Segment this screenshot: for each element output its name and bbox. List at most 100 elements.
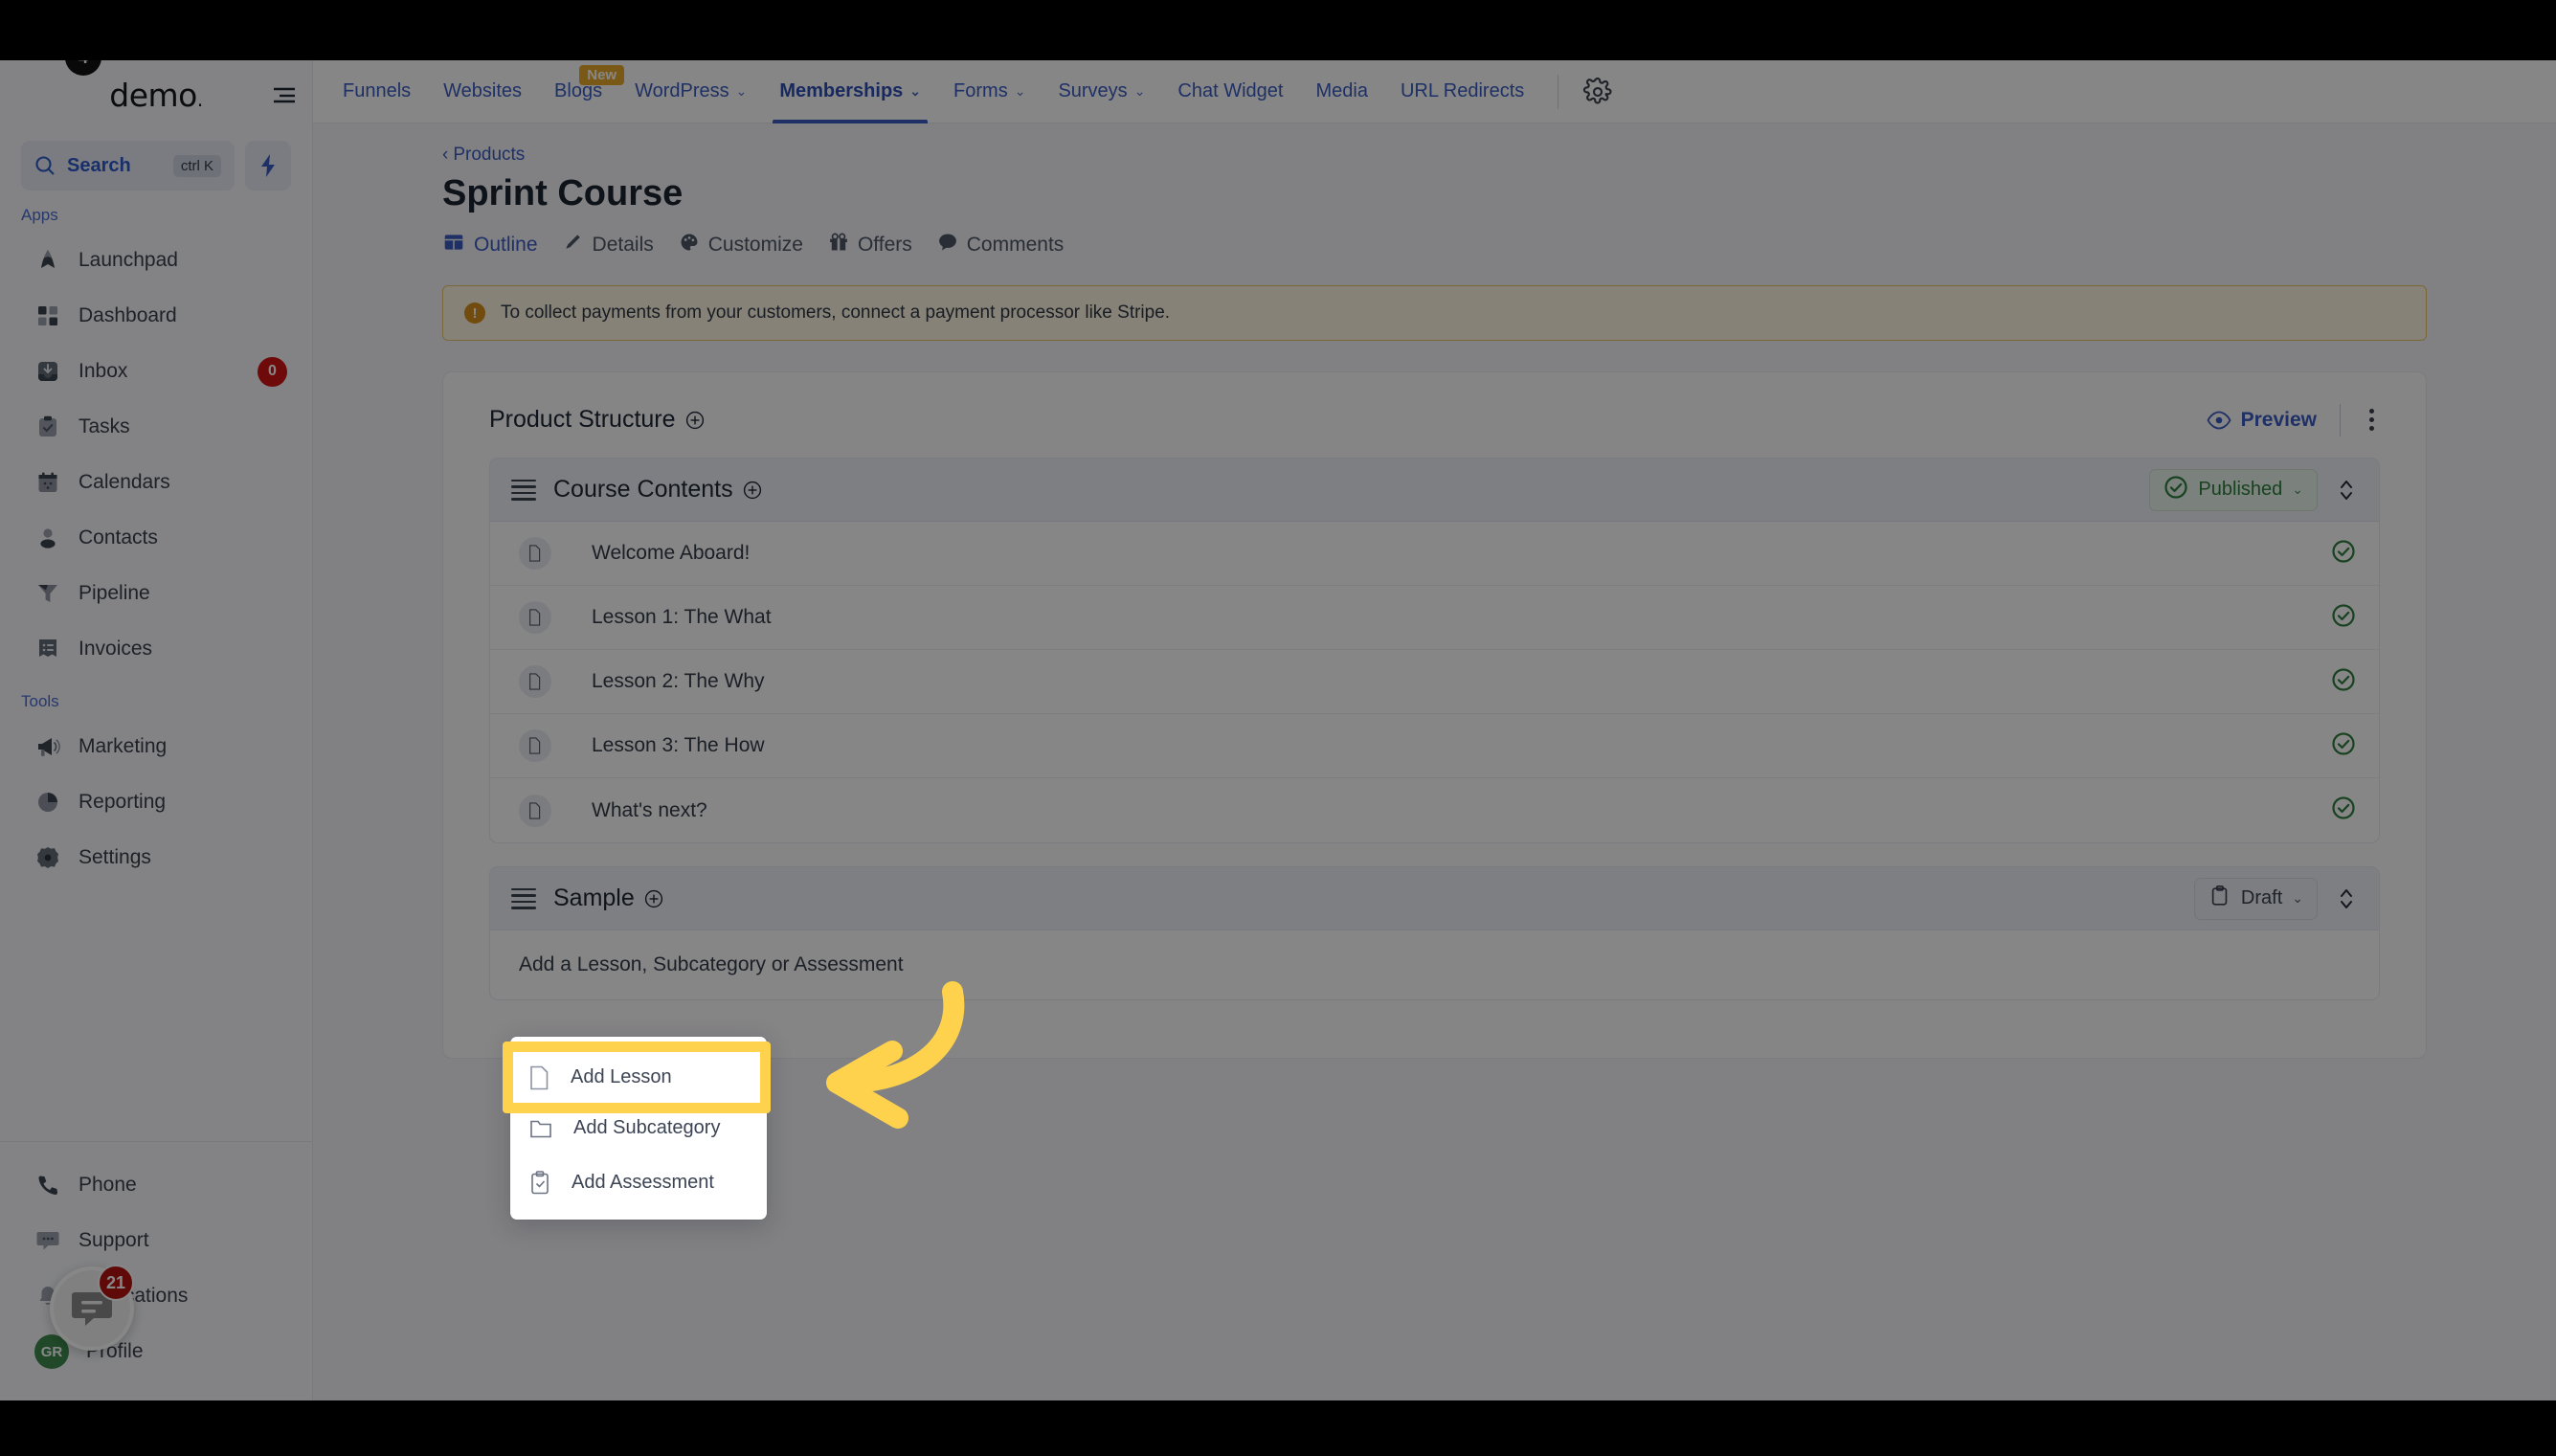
- sidebar-section-label-tools: Tools: [21, 692, 59, 710]
- tab-label: Customize: [707, 234, 803, 256]
- topnav-item-websites[interactable]: Websites: [427, 60, 538, 123]
- pencil-icon: [565, 235, 580, 249]
- sidebar-item-marketing[interactable]: Marketing: [0, 719, 312, 774]
- product-structure-actions: Preview: [2207, 403, 2380, 437]
- gift-icon: [830, 233, 847, 251]
- chevron-left-icon: ‹: [442, 145, 449, 165]
- topnav-item-surveys[interactable]: Surveys ⌄: [1042, 60, 1161, 123]
- preview-button[interactable]: Preview: [2207, 409, 2317, 432]
- topnav-item-funnels[interactable]: Funnels: [326, 60, 427, 123]
- product-tabs: Outline Details Customize Offers Comments: [442, 232, 2556, 258]
- sidebar-item-inbox[interactable]: Inbox 0: [0, 344, 312, 399]
- topnav-settings-button[interactable]: [1576, 77, 1620, 106]
- sidebar-item-reporting[interactable]: Reporting: [0, 774, 312, 830]
- lesson-row[interactable]: What's next?: [490, 778, 2379, 842]
- topnav-item-label: Funnels: [343, 80, 412, 101]
- topnav-item-forms[interactable]: Forms ⌄: [937, 60, 1042, 123]
- section-header: Sample Draft ⌄: [490, 867, 2379, 930]
- palette-icon: [679, 232, 700, 258]
- sidebar-item-contacts[interactable]: Contacts: [0, 510, 312, 566]
- lesson-row[interactable]: Lesson 1: The What: [490, 586, 2379, 650]
- menu-label-add-subcategory: Add Subcategory: [573, 1117, 721, 1138]
- plus-circle-icon[interactable]: [743, 481, 762, 500]
- sidebar-bottom-item-notifications[interactable]: Notifications: [0, 1268, 312, 1324]
- topnav-item-memberships[interactable]: Memberships ⌄: [763, 60, 937, 123]
- document-icon: [519, 537, 551, 570]
- plus-circle-icon[interactable]: [644, 889, 663, 908]
- topnav-item-blogs[interactable]: Blogs New: [538, 60, 625, 123]
- breadcrumb-label: Products: [453, 145, 526, 165]
- chevron-down-icon: ⌄: [735, 83, 748, 99]
- menu-label-add-assessment: Add Assessment: [572, 1172, 714, 1193]
- tab-customize[interactable]: Customize: [679, 232, 803, 258]
- sidebar-item-calendars[interactable]: Calendars: [0, 455, 312, 510]
- sidebar-item-pipeline[interactable]: Pipeline: [0, 566, 312, 621]
- section-header-actions: Published ⌄: [2149, 468, 2362, 511]
- section-title: Course Contents: [553, 476, 733, 503]
- gear-icon: [34, 844, 61, 871]
- quick-actions-button[interactable]: [245, 141, 291, 190]
- sidebar-bottom-item-phone[interactable]: Phone: [0, 1157, 312, 1213]
- product-structure-title-group: Product Structure: [489, 406, 705, 434]
- gift-icon: [828, 232, 849, 258]
- inbox-icon: [34, 358, 61, 385]
- brand-row: demo.: [0, 60, 312, 129]
- dashboard-icon: [34, 302, 61, 329]
- sidebar-item-tasks[interactable]: Tasks: [0, 399, 312, 455]
- tab-label: Details: [592, 234, 654, 256]
- topnav-item-label: URL Redirects: [1400, 80, 1525, 101]
- check-circle-icon: [2164, 475, 2188, 505]
- search-placeholder: Search: [67, 154, 131, 176]
- sidebar-item-dashboard[interactable]: Dashboard: [0, 288, 312, 344]
- lesson-row[interactable]: Welcome Aboard!: [490, 522, 2379, 586]
- status-dropdown-draft[interactable]: Draft ⌄: [2193, 877, 2318, 920]
- sidebar-item-launchpad[interactable]: Launchpad: [0, 233, 312, 288]
- palette-icon: [681, 234, 698, 251]
- sidebar-item-settings[interactable]: Settings: [0, 830, 312, 885]
- tab-details[interactable]: Details: [563, 232, 654, 258]
- sidebar-bottom-item-support[interactable]: Support: [0, 1213, 312, 1268]
- sidebar-bottom-item-profile[interactable]: GR Profile: [0, 1324, 312, 1379]
- highlighted-add-lesson-item[interactable]: Add Lesson: [513, 1052, 760, 1103]
- search-input[interactable]: Search ctrl K: [21, 141, 235, 190]
- lesson-title: Lesson 3: The How: [592, 734, 765, 756]
- pipeline-icon: [34, 580, 61, 607]
- kebab-menu-icon[interactable]: [2364, 403, 2380, 437]
- menu-item-add-subcategory[interactable]: Add Subcategory: [510, 1101, 767, 1155]
- lesson-row[interactable]: Lesson 2: The Why: [490, 650, 2379, 714]
- drag-handle-icon[interactable]: [511, 479, 536, 501]
- reorder-arrows-icon[interactable]: [2331, 883, 2362, 915]
- status-dropdown-published[interactable]: Published ⌄: [2149, 468, 2318, 511]
- tab-offers[interactable]: Offers: [828, 232, 912, 258]
- sidebar-item-label: Reporting: [78, 791, 167, 813]
- plus-circle-icon[interactable]: [685, 411, 705, 430]
- reorder-arrows-icon[interactable]: [2331, 474, 2362, 506]
- tab-outline[interactable]: Outline: [442, 232, 538, 258]
- topnav-item-media[interactable]: Media: [1299, 60, 1383, 123]
- check-circle-icon: [2331, 731, 2356, 761]
- document-icon: [519, 729, 551, 762]
- launchpad-icon: [41, 250, 55, 268]
- product-structure-title: Product Structure: [489, 406, 676, 433]
- topnav-item-wordpress[interactable]: WordPress ⌄: [618, 60, 763, 123]
- calendar-icon: [34, 469, 61, 496]
- drag-handle-icon[interactable]: [511, 887, 536, 909]
- support-chat-fab[interactable]: 21: [50, 1265, 134, 1351]
- sidebar-collapse-icon[interactable]: [268, 78, 301, 111]
- document-icon: [529, 737, 541, 754]
- lesson-row[interactable]: Lesson 3: The How: [490, 714, 2379, 778]
- tab-label: Comments: [966, 234, 1065, 256]
- section-title: Sample: [553, 885, 635, 911]
- page-title: Sprint Course: [442, 173, 684, 213]
- menu-item-add-assessment[interactable]: Add Assessment: [510, 1155, 767, 1210]
- breadcrumb-products[interactable]: ‹ Products: [442, 145, 525, 166]
- contacts-icon: [34, 525, 61, 551]
- tab-label: Offers: [857, 234, 912, 256]
- tab-comments[interactable]: Comments: [937, 232, 1065, 258]
- topnav-item-url-redirects[interactable]: URL Redirects: [1384, 60, 1540, 123]
- section-header-actions: Draft ⌄: [2193, 877, 2362, 920]
- topnav-item-chat-widget[interactable]: Chat Widget: [1161, 60, 1299, 123]
- sidebar-item-invoices[interactable]: Invoices: [0, 621, 312, 677]
- document-icon: [519, 794, 551, 827]
- support-fab-badge: 21: [98, 1265, 134, 1301]
